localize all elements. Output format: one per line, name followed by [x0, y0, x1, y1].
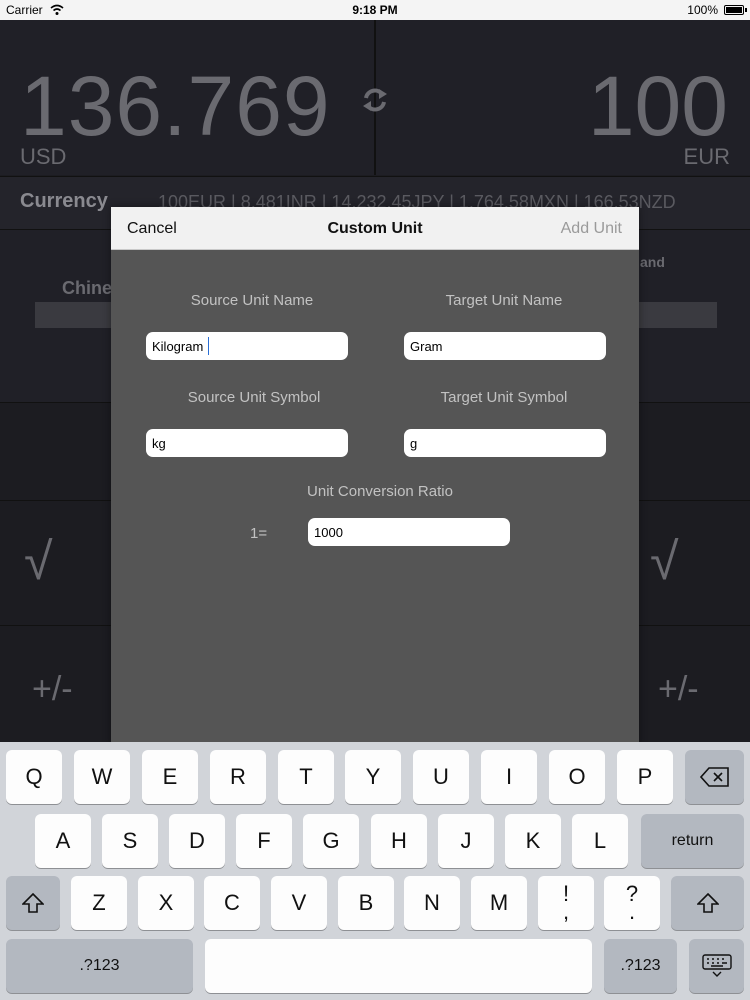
text-cursor — [208, 337, 209, 355]
target-unit-symbol-input[interactable] — [404, 429, 606, 457]
key-g[interactable]: G — [303, 814, 359, 868]
sqrt-key-right[interactable]: √ — [650, 532, 679, 592]
shift-icon — [22, 893, 44, 913]
source-currency-code[interactable]: USD — [20, 144, 66, 170]
source-unit-name-label: Source Unit Name — [190, 292, 314, 309]
key-q[interactable]: Q — [6, 750, 62, 804]
ticker-label[interactable]: Currency — [20, 190, 108, 213]
onscreen-keyboard: Q W E R T Y U I O P A S D F G H J K L re… — [0, 742, 750, 1000]
key-u[interactable]: U — [413, 750, 469, 804]
numbers-key-left[interactable]: .?123 — [6, 939, 193, 993]
key-exclamation-comma[interactable]: ! , — [538, 876, 594, 930]
add-unit-button[interactable]: Add Unit — [561, 220, 622, 238]
battery-percentage: 100% — [687, 3, 718, 17]
key-r[interactable]: R — [210, 750, 266, 804]
keyboard-dismiss-icon — [701, 954, 732, 977]
key-y[interactable]: Y — [345, 750, 401, 804]
plus-minus-key-right[interactable]: +/- — [658, 670, 699, 709]
picker-label-right: and — [640, 254, 665, 270]
target-unit-symbol-label: Target Unit Symbol — [440, 389, 568, 406]
source-unit-name-input[interactable] — [146, 332, 348, 360]
sqrt-key-left[interactable]: √ — [24, 532, 53, 592]
key-c[interactable]: C — [204, 876, 260, 930]
dismiss-keyboard-key[interactable] — [689, 939, 744, 993]
key-p[interactable]: P — [617, 750, 673, 804]
key-h[interactable]: H — [371, 814, 427, 868]
key-o[interactable]: O — [549, 750, 605, 804]
key-k[interactable]: K — [505, 814, 561, 868]
target-unit-name-input[interactable] — [404, 332, 606, 360]
key-bottom-glyph: . — [628, 899, 636, 924]
backspace-key[interactable] — [685, 750, 744, 804]
battery-icon — [724, 5, 744, 15]
key-f[interactable]: F — [236, 814, 292, 868]
plus-minus-key-left[interactable]: +/- — [32, 670, 73, 709]
shift-key-left[interactable] — [6, 876, 60, 930]
picker-label-left: Chine — [62, 278, 113, 298]
ratio-prefix-label: 1= — [250, 525, 268, 542]
key-question-period[interactable]: ? . — [604, 876, 660, 930]
unit-conversion-ratio-label: Unit Conversion Ratio — [307, 483, 453, 500]
battery-tip — [745, 8, 747, 12]
target-value: 100 — [587, 59, 728, 153]
key-s[interactable]: S — [102, 814, 158, 868]
key-w[interactable]: W — [74, 750, 130, 804]
key-x[interactable]: X — [138, 876, 194, 930]
swap-icon[interactable] — [360, 85, 390, 115]
status-bar: Carrier 9:18 PM 100% — [0, 0, 750, 20]
source-unit-symbol-input[interactable] — [146, 429, 348, 457]
shift-icon — [696, 893, 719, 913]
key-i[interactable]: I — [481, 750, 537, 804]
target-currency-code[interactable]: EUR — [684, 144, 730, 170]
key-j[interactable]: J — [438, 814, 494, 868]
key-z[interactable]: Z — [71, 876, 127, 930]
backspace-icon — [699, 767, 729, 787]
key-b[interactable]: B — [338, 876, 394, 930]
key-e[interactable]: E — [142, 750, 198, 804]
target-unit-name-label: Target Unit Name — [445, 292, 563, 309]
key-n[interactable]: N — [404, 876, 460, 930]
key-t[interactable]: T — [278, 750, 334, 804]
source-unit-symbol-label: Source Unit Symbol — [187, 389, 321, 406]
clock: 9:18 PM — [352, 3, 398, 17]
numbers-key-right[interactable]: .?123 — [604, 939, 677, 993]
shift-key-right[interactable] — [671, 876, 744, 930]
key-d[interactable]: D — [169, 814, 225, 868]
space-bar[interactable] — [205, 939, 592, 993]
custom-unit-modal — [111, 207, 639, 747]
key-v[interactable]: V — [271, 876, 327, 930]
key-a[interactable]: A — [35, 814, 91, 868]
conversion-ratio-input[interactable] — [308, 518, 510, 546]
return-key[interactable]: return — [641, 814, 744, 868]
key-m[interactable]: M — [471, 876, 527, 930]
source-value: 136.769 — [20, 59, 331, 153]
key-bottom-glyph: , — [562, 899, 570, 924]
key-l[interactable]: L — [572, 814, 628, 868]
